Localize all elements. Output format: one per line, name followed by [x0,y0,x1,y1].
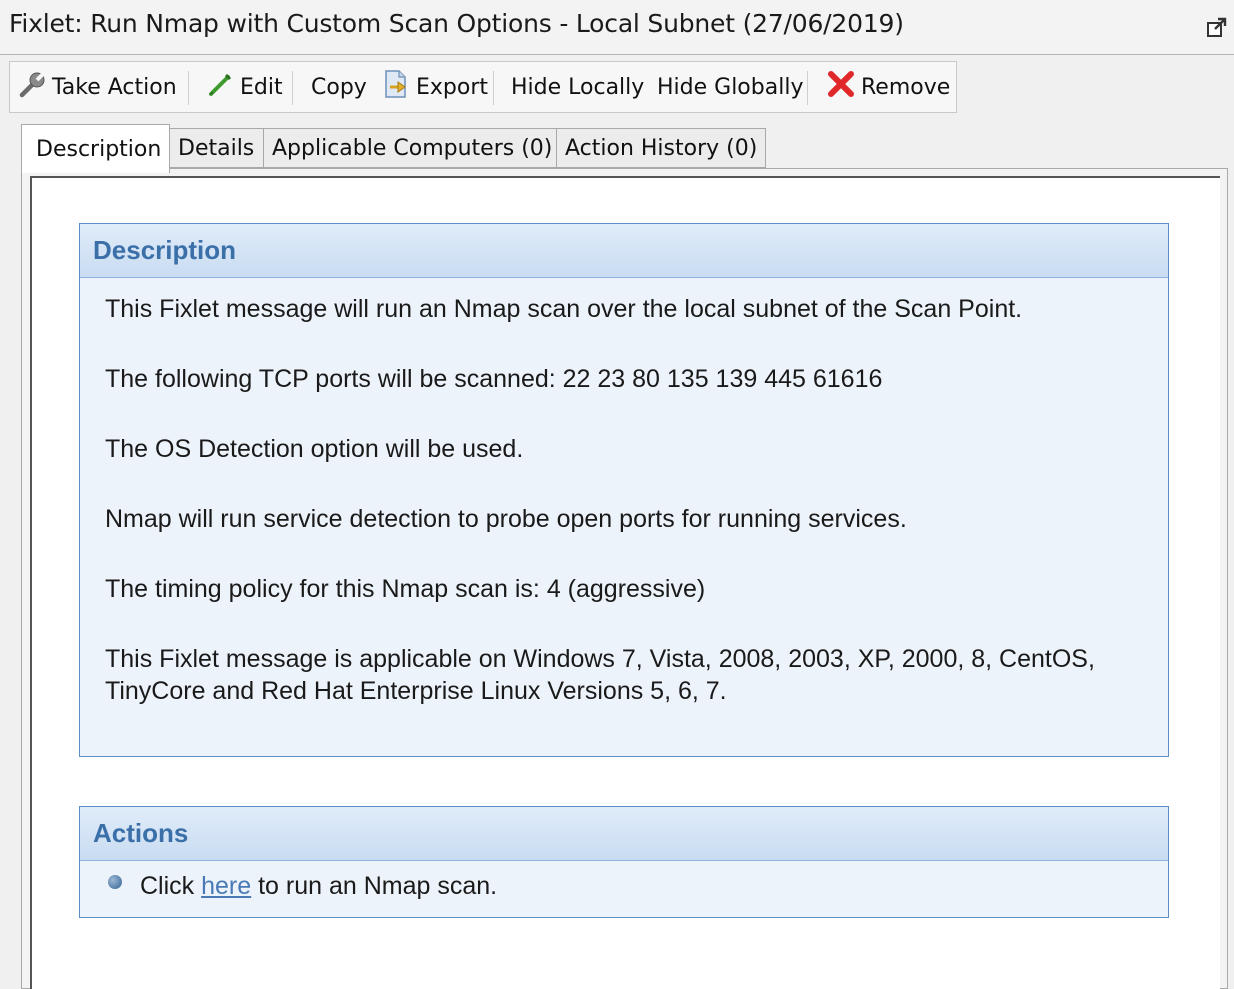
description-paragraph: The following TCP ports will be scanned:… [105,365,883,393]
red-x-icon [825,68,861,106]
take-action-button[interactable]: Take Action [18,62,177,112]
toolbar-divider [188,71,189,105]
wrench-icon [18,69,52,105]
actions-heading: Actions [80,807,1168,861]
export-label: Export [416,74,489,100]
toolbar: Take Action Edit Copy Export Hide Locall… [9,61,957,113]
popout-window-icon[interactable] [1206,16,1228,38]
copy-button[interactable]: Copy [311,62,367,112]
description-body: This Fixlet message will run an Nmap sca… [105,293,1148,745]
hide-globally-button[interactable]: Hide Globally [657,62,803,112]
tab-action-history[interactable]: Action History (0) [556,128,766,168]
action-prefix: Click [140,872,202,900]
export-document-icon [380,68,416,106]
hide-locally-button[interactable]: Hide Locally [511,62,644,112]
description-paragraph: This Fixlet message is applicable on Win… [105,645,1095,705]
remove-button[interactable]: Remove [825,62,950,112]
actions-panel: Actions Click here to run an Nmap scan. [79,806,1169,918]
title-bar: Fixlet: Run Nmap with Custom Scan Option… [0,0,1234,55]
remove-label: Remove [861,74,951,100]
description-paragraph: This Fixlet message will run an Nmap sca… [105,295,1023,323]
action-item: Click here to run an Nmap scan. [108,872,497,901]
description-paragraph: The timing policy for this Nmap scan is:… [105,575,706,603]
run-action-link[interactable]: here [201,872,251,901]
hide-locally-label: Hide Locally [511,74,645,100]
export-button[interactable]: Export [380,62,488,112]
description-heading: Description [80,224,1168,278]
take-action-label: Take Action [52,74,177,100]
description-paragraph: The OS Detection option will be used. [105,435,524,463]
hide-globally-label: Hide Globally [657,74,804,100]
edit-button[interactable]: Edit [206,62,283,112]
description-panel: Description This Fixlet message will run… [79,223,1169,757]
edit-label: Edit [240,74,283,100]
tab-label: Description [36,136,162,162]
tab-label: Applicable Computers (0) [272,135,553,161]
copy-label: Copy [311,74,367,100]
tab-description[interactable]: Description [21,124,170,173]
tab-label: Details [178,135,255,161]
toolbar-divider [292,71,293,105]
window-title: Fixlet: Run Nmap with Custom Scan Option… [9,9,904,38]
tab-label: Action History (0) [565,135,758,161]
tab-details[interactable]: Details [169,128,264,168]
pencil-icon [206,69,240,105]
description-paragraph: Nmap will run service detection to probe… [105,505,907,533]
toolbar-divider [493,71,494,105]
blue-bullet-icon [108,874,122,889]
tab-applicable-computers[interactable]: Applicable Computers (0) [263,128,557,168]
action-suffix: to run an Nmap scan. [251,872,498,900]
toolbar-divider [807,71,808,105]
